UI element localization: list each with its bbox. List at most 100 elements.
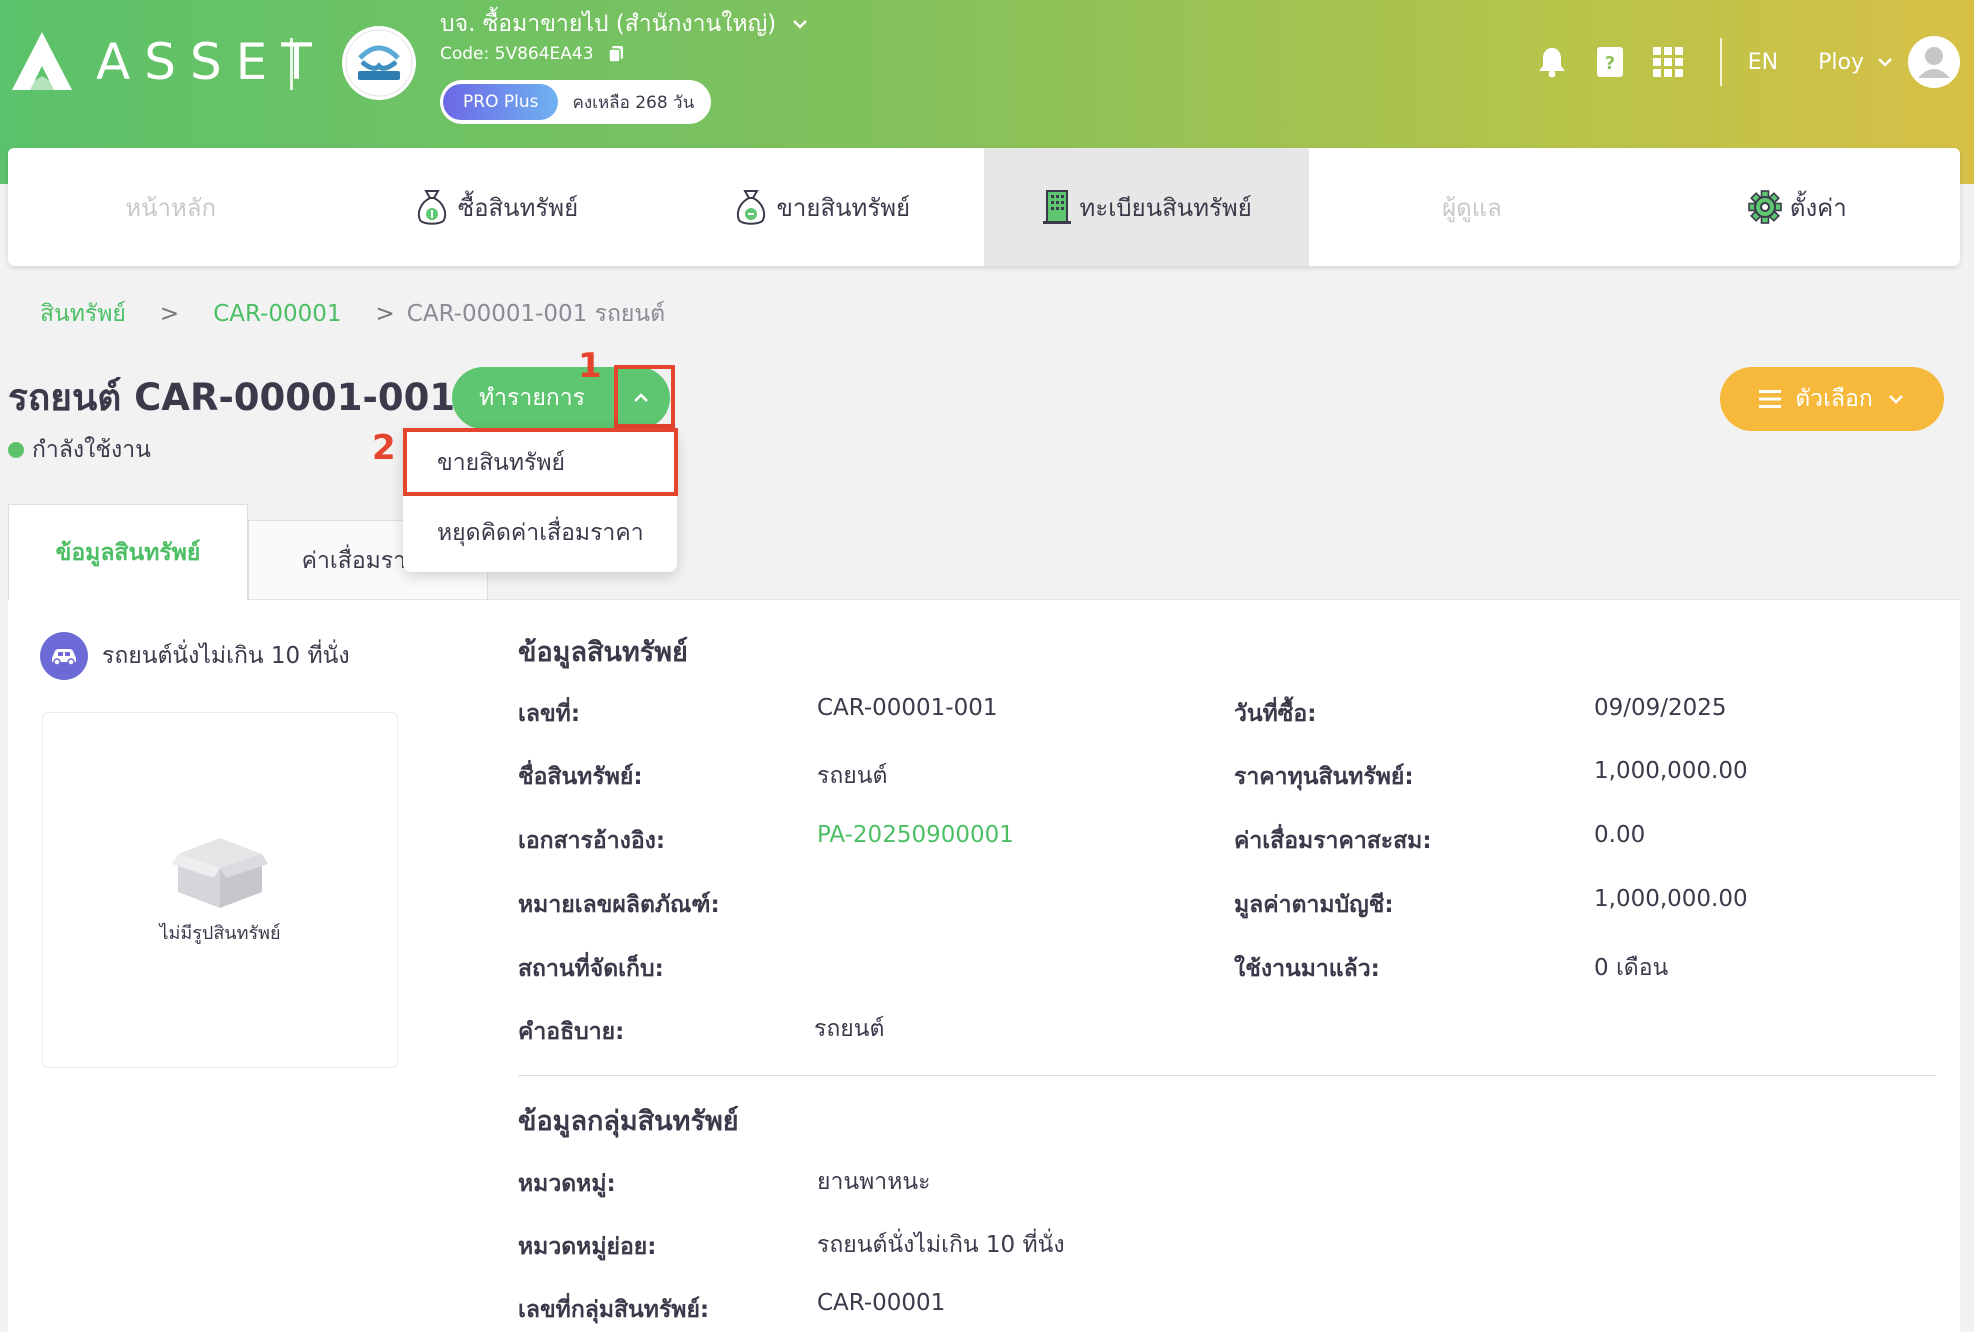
field-label: มูลค่าตามบัญชี:	[1234, 892, 1394, 918]
user-avatar-icon	[1918, 47, 1950, 78]
annotation-number-2: 2	[372, 428, 396, 468]
header-separator	[1719, 38, 1722, 86]
field-label: วันที่ซื้อ:	[1234, 701, 1317, 727]
company-name: บจ. ซื้อมาขายไป (สำนักงานใหญ่)	[440, 11, 777, 37]
field-value-age: 0 เดือน	[1594, 955, 1669, 981]
company-code-row: Code: 5V864EA43	[440, 44, 624, 64]
field-value-book-value: 1,000,000.00	[1594, 886, 1748, 912]
header-actions: ? EN Ploy	[1532, 30, 1974, 94]
avatar[interactable]	[1908, 36, 1960, 88]
asset-logo-icon	[12, 32, 72, 90]
section-divider	[518, 1075, 1936, 1076]
plan-badge: PRO Plus	[443, 84, 559, 120]
nav-buy-asset[interactable]: ซื้อสินทรัพย์	[333, 148, 658, 266]
svg-text:?: ?	[1605, 53, 1615, 74]
status-dot	[8, 442, 24, 458]
nav-settings[interactable]: ตั้งค่า	[1635, 148, 1960, 266]
breadcrumb-separator: >	[375, 301, 395, 327]
options-button[interactable]: ตัวเลือก	[1720, 367, 1944, 431]
money-bag-icon	[417, 190, 446, 225]
highlight-box-2	[403, 428, 678, 496]
breadcrumb-assets[interactable]: สินทรัพย์	[40, 296, 126, 332]
field-value-subcategory: รถยนต์นั่งไม่เกิน 10 ที่นั่ง	[817, 1232, 1065, 1258]
field-value-purchase-date: 09/09/2025	[1594, 695, 1727, 721]
annotation-number-1: 1	[578, 346, 602, 386]
main-nav: หน้าหลัก ซื้อสินทรัพย์ ขายสินทรัพย์ ทะเบ…	[8, 148, 1960, 266]
copy-icon[interactable]	[607, 45, 624, 63]
company-code: Code: 5V864EA43	[440, 44, 594, 64]
chevron-down-icon	[1878, 58, 1892, 67]
user-menu[interactable]: Ploy	[1818, 50, 1894, 75]
nav-settings-label: ตั้งค่า	[1789, 193, 1847, 222]
nav-buy-label: ซื้อสินทรัพย์	[457, 193, 579, 222]
app-logo[interactable]: ASSET	[10, 30, 326, 94]
field-label: เลขที่กลุ่มสินทรัพย์:	[518, 1297, 710, 1323]
tab-asset-info[interactable]: ข้อมูลสินทรัพย์	[8, 504, 248, 600]
field-label: เอกสารอ้างอิง:	[518, 828, 666, 854]
menu-icon	[1759, 390, 1782, 408]
building-icon	[1042, 190, 1071, 224]
asset-info-title: ข้อมูลสินทรัพย์	[518, 637, 688, 668]
bell-icon	[1538, 48, 1565, 78]
nav-admin[interactable]: ผู้ดูแล	[1309, 148, 1634, 266]
breadcrumb-group[interactable]: CAR-00001	[213, 301, 341, 327]
field-label: ใช้งานมาแล้ว:	[1234, 956, 1380, 982]
field-label: หมวดหมู่ย่อย:	[518, 1234, 657, 1260]
chevron-down-icon	[793, 20, 808, 29]
field-value-asset-name: รถยนต์	[817, 763, 888, 789]
plan-pill: PRO Plus คงเหลือ 268 วัน	[440, 80, 711, 124]
field-value-group-number: CAR-00001	[817, 1290, 946, 1316]
options-label: ตัวเลือก	[1795, 386, 1873, 412]
field-label: สถานที่จัดเก็บ:	[518, 956, 664, 982]
no-image-caption: ไม่มีรูปสินทรัพย์	[159, 922, 281, 944]
book-icon: ?	[1596, 47, 1623, 77]
field-value-asset-number: CAR-00001-001	[817, 695, 998, 721]
username: Ploy	[1818, 49, 1864, 75]
highlight-box-1	[614, 365, 675, 428]
nav-sell-label: ขายสินทรัพย์	[776, 193, 911, 222]
plan-remaining: คงเหลือ 268 วัน	[572, 92, 695, 113]
group-info-title: ข้อมูลกลุ่มสินทรัพย์	[518, 1106, 739, 1137]
field-label: เลขที่:	[518, 701, 581, 727]
field-label: ชื่อสินทรัพย์:	[518, 764, 643, 790]
nav-admin-label: ผู้ดูแล	[1442, 193, 1502, 222]
field-label: คำอธิบาย:	[518, 1019, 625, 1045]
status-text: กำลังใช้งาน	[32, 437, 151, 463]
handshake-icon	[345, 29, 413, 97]
field-value-description: รถยนต์	[814, 1016, 885, 1042]
field-value-category: ยานพาหนะ	[817, 1169, 931, 1195]
company-logo	[342, 26, 416, 100]
money-bag-sell-icon	[736, 190, 765, 225]
page-title: รถยนต์ CAR-00001-001	[8, 376, 456, 419]
field-value-reference-doc[interactable]: PA-20250900001	[817, 822, 1014, 848]
apps-button[interactable]	[1648, 42, 1688, 82]
asset-category: รถยนต์นั่งไม่เกิน 10 ที่นั่ง	[40, 632, 350, 680]
asset-detail-card: รถยนต์นั่งไม่เกิน 10 ที่นั่ง ไม่มีรูปสิน…	[8, 599, 1960, 1332]
nav-sell-asset[interactable]: ขายสินทรัพย์	[659, 148, 984, 266]
nav-home-label: หน้าหลัก	[125, 193, 217, 222]
language-switch[interactable]: EN	[1748, 50, 1778, 75]
chevron-down-icon	[1888, 395, 1903, 404]
field-label: หมายเลขผลิตภัณฑ์:	[518, 892, 720, 918]
status-badge: กำลังใช้งาน	[8, 432, 151, 468]
menu-item-stop-depreciation[interactable]: หยุดคิดค่าเสื่อมราคา	[403, 498, 677, 568]
field-label: หมวดหมู่:	[518, 1171, 616, 1197]
breadcrumb: สินทรัพย์ > CAR-00001 > CAR-00001-001 รถ…	[40, 296, 665, 332]
field-value-cost: 1,000,000.00	[1594, 758, 1748, 784]
nav-asset-register[interactable]: ทะเบียนสินทรัพย์	[983, 148, 1310, 266]
nav-register-label: ทะเบียนสินทรัพย์	[1079, 193, 1252, 222]
asset-image-placeholder: ไม่มีรูปสินทรัพย์	[42, 712, 398, 1068]
box-icon	[172, 837, 268, 908]
gear-icon	[1748, 190, 1782, 224]
field-value-accumulated-depreciation: 0.00	[1594, 822, 1646, 848]
manual-button[interactable]: ?	[1590, 42, 1630, 82]
notification-button[interactable]	[1532, 42, 1572, 82]
car-icon	[40, 632, 88, 680]
grid-icon	[1652, 47, 1683, 77]
breadcrumb-separator: >	[159, 301, 180, 327]
nav-home[interactable]: หน้าหลัก	[8, 148, 333, 266]
header-divider	[290, 38, 293, 90]
field-label: ค่าเสื่อมราคาสะสม:	[1234, 828, 1432, 854]
company-selector[interactable]: บจ. ซื้อมาขายไป (สำนักงานใหญ่)	[440, 6, 810, 42]
breadcrumb-current: CAR-00001-001 รถยนต์	[406, 301, 666, 327]
